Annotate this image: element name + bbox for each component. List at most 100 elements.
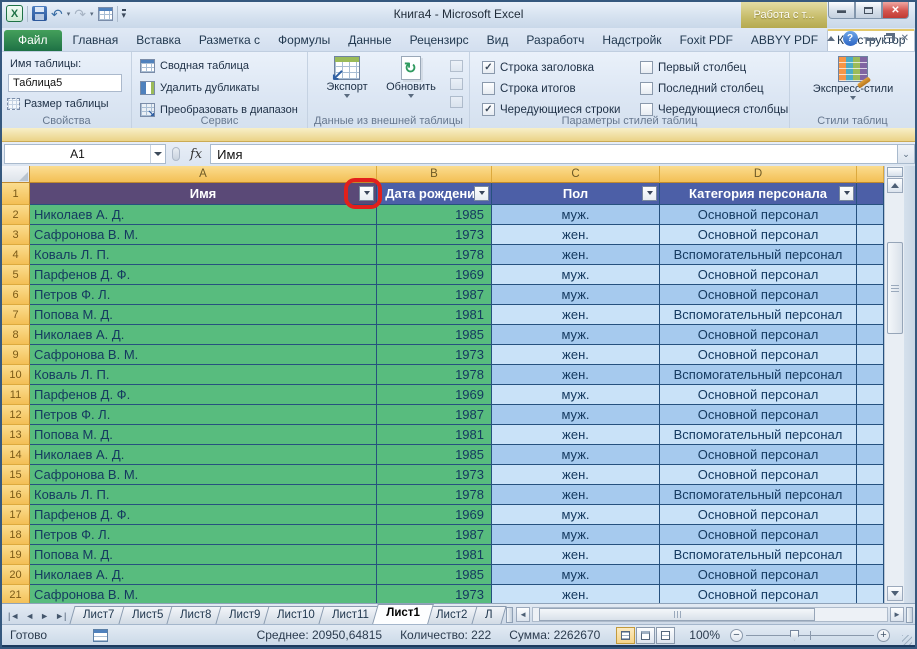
cell-partial[interactable] [857, 245, 884, 265]
cell-name[interactable]: Николаев А. Д. [30, 205, 377, 225]
cell-name[interactable]: Парфенов Д. Ф. [30, 385, 377, 405]
workbook-minimize-icon[interactable]: ▬ [866, 33, 876, 44]
macro-record-icon[interactable] [93, 629, 108, 642]
cell-partial[interactable] [857, 425, 884, 445]
cell-gender[interactable]: жен. [492, 245, 660, 265]
row-header-5[interactable]: 5 [2, 265, 30, 285]
cell-category[interactable]: Основной персонал [660, 585, 857, 603]
row-header-19[interactable]: 19 [2, 545, 30, 565]
cell-year[interactable]: 1987 [377, 285, 492, 305]
cell-name[interactable]: Сафронова В. М. [30, 225, 377, 245]
service-button-1[interactable]: Сводная таблица [140, 59, 249, 73]
cell-category[interactable]: Основной персонал [660, 225, 857, 245]
cell-gender[interactable]: жен. [492, 345, 660, 365]
resize-grip[interactable] [902, 635, 912, 645]
cell-name[interactable]: Попова М. Д. [30, 545, 377, 565]
page-layout-view-button[interactable] [636, 627, 655, 644]
tab-splitter[interactable] [506, 607, 513, 623]
select-all-corner[interactable] [2, 166, 30, 183]
cell-name[interactable]: Петров Ф. Л. [30, 285, 377, 305]
cell-partial[interactable] [857, 385, 884, 405]
row-header-14[interactable]: 14 [2, 445, 30, 465]
cell-year[interactable]: 1969 [377, 505, 492, 525]
cell-year[interactable]: 1978 [377, 485, 492, 505]
cell-category[interactable]: Вспомогательный персонал [660, 545, 857, 565]
scroll-down-button[interactable] [887, 586, 903, 601]
column-header-B[interactable]: B [377, 166, 492, 183]
cell-name[interactable]: Петров Ф. Л. [30, 525, 377, 545]
ribbon-tab-надстройк[interactable]: Надстройк [593, 30, 670, 51]
cell-gender[interactable]: муж. [492, 445, 660, 465]
row-header-12[interactable]: 12 [2, 405, 30, 425]
cell-partial[interactable] [857, 225, 884, 245]
cell-year[interactable]: 1981 [377, 305, 492, 325]
cell-category[interactable]: Основной персонал [660, 505, 857, 525]
row-header-7[interactable]: 7 [2, 305, 30, 325]
column-header-A[interactable]: A [30, 166, 377, 183]
cell-partial[interactable] [857, 545, 884, 565]
zoom-level[interactable]: 100% [689, 628, 720, 642]
cell-gender[interactable]: муж. [492, 285, 660, 305]
column-header-partial[interactable] [857, 166, 884, 183]
cell-year[interactable]: 1969 [377, 265, 492, 285]
cell-year[interactable]: 1973 [377, 465, 492, 485]
zoom-thumb[interactable] [790, 630, 799, 641]
cell-name[interactable]: Николаев А. Д. [30, 565, 377, 585]
cell-partial[interactable] [857, 265, 884, 285]
unlink-icon[interactable] [450, 96, 463, 108]
header-cell-3[interactable]: Пол [492, 183, 660, 205]
filter-button-column-3[interactable] [642, 186, 657, 201]
ribbon-tab-разметка-с[interactable]: Разметка с [190, 30, 269, 51]
cell-partial[interactable] [857, 405, 884, 425]
cell-category[interactable]: Основной персонал [660, 405, 857, 425]
cell-gender[interactable]: жен. [492, 225, 660, 245]
cell-gender[interactable]: муж. [492, 205, 660, 225]
cell-year[interactable]: 1985 [377, 445, 492, 465]
cell-name[interactable]: Коваль Л. П. [30, 365, 377, 385]
row-header-15[interactable]: 15 [2, 465, 30, 485]
style-option-строка-заголовка[interactable]: ✓Строка заголовка [482, 61, 640, 74]
ribbon-tab-вставка[interactable]: Вставка [127, 30, 190, 51]
cell-gender[interactable]: муж. [492, 505, 660, 525]
hscroll-right-button[interactable]: ► [890, 607, 904, 622]
cell-year[interactable]: 1985 [377, 565, 492, 585]
cell-category[interactable]: Основной персонал [660, 445, 857, 465]
quick-styles-button[interactable]: Экспресс-стили [820, 56, 886, 120]
header-cell-2[interactable]: Дата рождения [377, 183, 492, 205]
ribbon-tab-abbyy-pdf[interactable]: ABBYY PDF [742, 30, 827, 51]
cell-year[interactable]: 1973 [377, 345, 492, 365]
row-header-4[interactable]: 4 [2, 245, 30, 265]
cell-name[interactable]: Сафронова В. М. [30, 465, 377, 485]
column-header-D[interactable]: D [660, 166, 857, 183]
cell-name[interactable]: Парфенов Д. Ф. [30, 505, 377, 525]
vertical-scroll-thumb[interactable] [887, 242, 903, 334]
cell-name[interactable]: Коваль Л. П. [30, 245, 377, 265]
cell-year[interactable]: 1987 [377, 525, 492, 545]
row-header-20[interactable]: 20 [2, 565, 30, 585]
zoom-out-button[interactable]: − [730, 629, 743, 642]
cell-year[interactable]: 1985 [377, 325, 492, 345]
cell-category[interactable]: Вспомогательный персонал [660, 425, 857, 445]
filter-button-column-4[interactable] [839, 186, 854, 201]
cell-year[interactable]: 1969 [377, 385, 492, 405]
cell-gender[interactable]: муж. [492, 565, 660, 585]
row-header-2[interactable]: 2 [2, 205, 30, 225]
cell-partial[interactable] [857, 585, 884, 603]
cell-partial[interactable] [857, 525, 884, 545]
name-box-dropdown[interactable] [150, 145, 165, 163]
help-icon[interactable]: ? [843, 31, 858, 46]
ribbon-tab-формулы[interactable]: Формулы [269, 30, 339, 51]
cell-year[interactable]: 1973 [377, 585, 492, 603]
checkbox-icon[interactable] [482, 82, 495, 95]
cell-year[interactable]: 1978 [377, 365, 492, 385]
cell-partial[interactable] [857, 305, 884, 325]
close-button[interactable]: ✕ [882, 2, 909, 19]
cell-gender[interactable]: жен. [492, 305, 660, 325]
cell-name[interactable]: Петров Ф. Л. [30, 405, 377, 425]
zoom-in-button[interactable]: + [877, 629, 890, 642]
horizontal-scroll-thumb[interactable] [539, 608, 815, 621]
row-header-21[interactable]: 21 [2, 585, 30, 603]
style-option-строка-итогов[interactable]: Строка итогов [482, 82, 640, 95]
workbook-close-icon[interactable]: ✕ [901, 33, 909, 44]
first-sheet-icon[interactable]: |◄ [6, 611, 21, 621]
